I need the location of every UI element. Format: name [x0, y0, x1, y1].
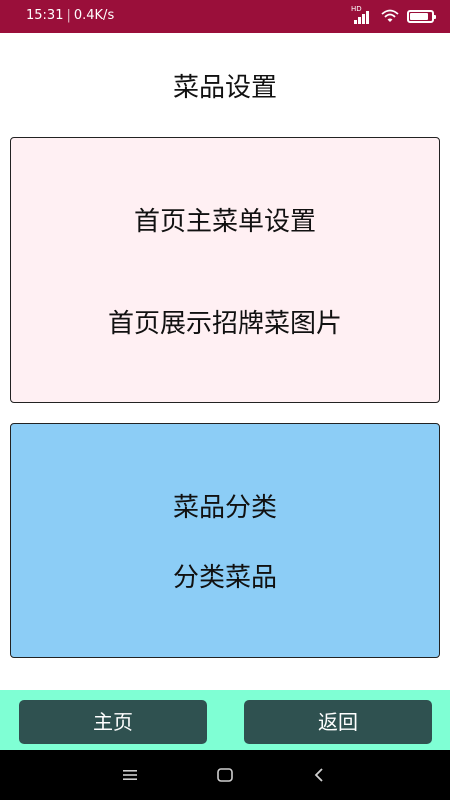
- category-card: 菜品分类 分类菜品: [10, 423, 440, 658]
- home-button[interactable]: 主页: [19, 700, 207, 744]
- categorized-dishes-link[interactable]: 分类菜品: [11, 560, 439, 596]
- status-left: 15:31 | 0.4K/s: [26, 8, 114, 23]
- status-bar: 15:31 | 0.4K/s HD: [0, 0, 450, 33]
- battery-icon: [407, 9, 436, 23]
- page-title: 菜品设置: [172, 73, 277, 103]
- battery-level: [410, 12, 428, 20]
- top-settings-card: 首页主菜单设置 首页展示招牌菜图片: [10, 137, 440, 403]
- bottom-bar: 主页 返回: [0, 690, 450, 750]
- home-main-menu-settings-link[interactable]: 首页主菜单设置: [11, 204, 439, 240]
- wifi-icon: [381, 9, 399, 22]
- back-chevron-icon[interactable]: [307, 763, 331, 787]
- status-separator: |: [66, 8, 71, 23]
- status-icons: HD: [351, 5, 436, 25]
- signal-icon: HD: [351, 5, 373, 24]
- menu-icon[interactable]: [118, 763, 142, 787]
- system-navigation-bar: [0, 750, 450, 800]
- back-button[interactable]: 返回: [244, 700, 432, 744]
- home-square-icon[interactable]: [213, 763, 237, 787]
- home-signature-dish-images-link[interactable]: 首页展示招牌菜图片: [11, 306, 439, 342]
- network-speed: 0.4K/s: [73, 8, 115, 23]
- status-time: 15:31: [26, 8, 64, 23]
- dish-categories-link[interactable]: 菜品分类: [11, 490, 439, 526]
